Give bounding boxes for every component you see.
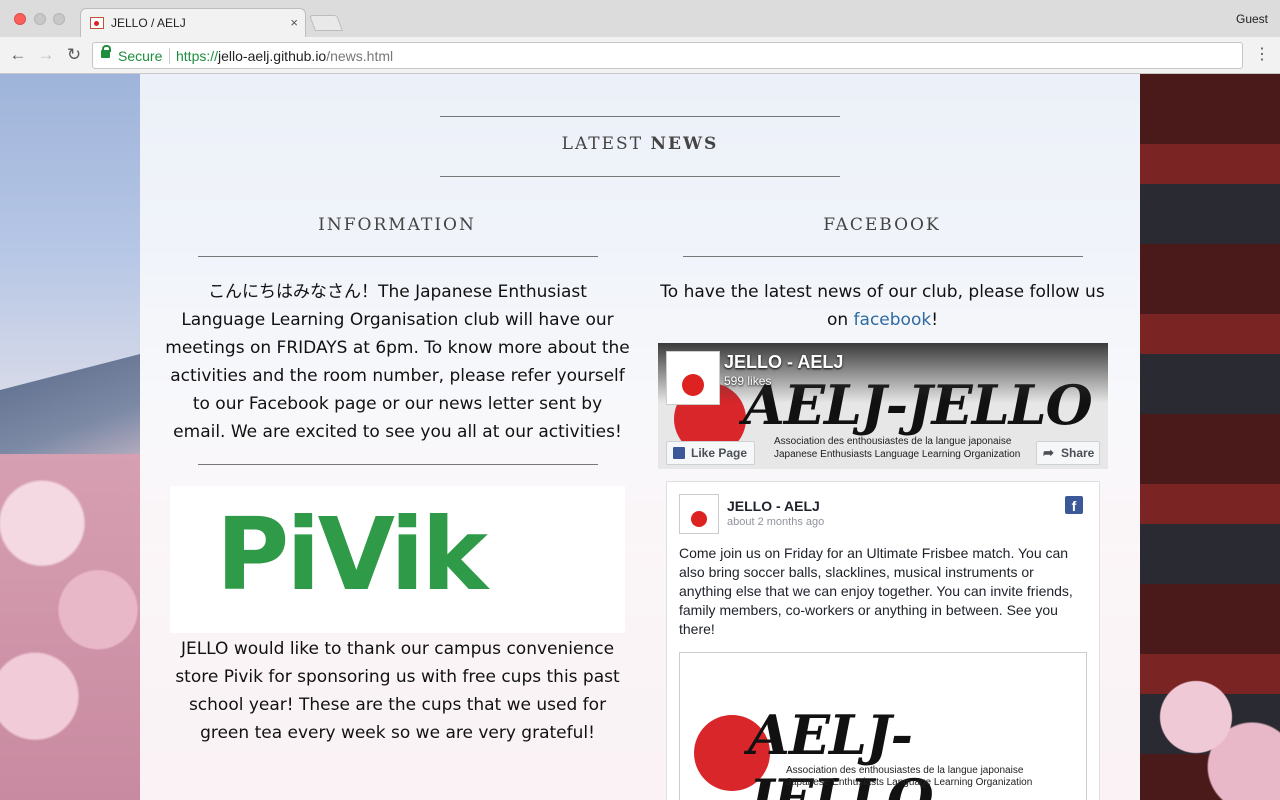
facebook-page-name[interactable]: JELLO - AELJ (724, 352, 843, 373)
divider (440, 116, 840, 117)
cover-subtitle-fr: Association des enthousiastes de la lang… (774, 436, 1012, 447)
facebook-logo-icon[interactable]: f (1065, 496, 1083, 514)
facebook-intro-end: ! (931, 310, 939, 330)
page-avatar[interactable] (666, 351, 720, 405)
share-label: Share (1061, 446, 1095, 460)
browser-titlebar: JELLO / AELJ × Guest (0, 0, 1280, 37)
lock-icon (101, 45, 111, 58)
secure-label: Secure (118, 48, 163, 64)
web-page: LATEST NEWS INFORMATION こんにちはみなさん！The Ja… (0, 74, 1280, 800)
background-blossoms-right (1140, 634, 1280, 800)
forward-icon[interactable]: → (36, 45, 56, 65)
share-icon: ➦ (1043, 445, 1054, 460)
favicon-icon (90, 17, 104, 29)
address-bar[interactable]: Secure https://jello-aelj.github.io/news… (92, 42, 1243, 69)
page-title-latest: LATEST (561, 134, 644, 154)
url-scheme: https:// (176, 48, 219, 64)
new-tab-button[interactable] (309, 15, 343, 31)
divider (198, 464, 598, 465)
pivik-logo-text: PiVik (216, 496, 488, 613)
pivik-logo: PiVik (170, 486, 625, 633)
back-icon[interactable]: ← (8, 45, 28, 65)
facebook-cover-photo[interactable]: AELJ-JELLO Association des enthousiastes… (658, 343, 1108, 469)
divider (440, 176, 840, 177)
like-page-button[interactable]: Like Page (666, 441, 755, 465)
post-avatar[interactable] (679, 494, 719, 534)
background-blossoms-left (0, 454, 140, 800)
url-text[interactable]: https://jello-aelj.github.io/news.html (176, 48, 393, 64)
thanks-text: JELLO would like to thank our campus con… (175, 639, 620, 743)
post-image-subtitle-fr: Association des enthousiastes de la lang… (786, 765, 1024, 776)
minimize-window-button[interactable] (34, 13, 46, 25)
page-title-news: NEWS (650, 134, 719, 154)
facebook-icon (673, 447, 685, 459)
divider (198, 256, 598, 257)
post-text: Come join us on Friday for an Ultimate F… (679, 545, 1073, 637)
page-title: LATEST NEWS (440, 134, 840, 154)
browser-tab[interactable]: JELLO / AELJ × (80, 8, 306, 37)
post-author[interactable]: JELLO - AELJ (727, 498, 820, 514)
tab-title: JELLO / AELJ (111, 16, 186, 30)
maximize-window-button[interactable] (53, 13, 65, 25)
content-panel: LATEST NEWS INFORMATION こんにちはみなさん！The Ja… (140, 74, 1140, 800)
close-window-button[interactable] (14, 13, 26, 25)
omnibox-separator (169, 48, 170, 64)
facebook-link[interactable]: facebook (854, 310, 932, 330)
divider (683, 256, 1083, 257)
facebook-likes-count: 599 likes (724, 374, 772, 388)
post-image[interactable]: AELJ-JELLO Association des enthousiastes… (679, 652, 1087, 800)
share-button[interactable]: ➦ Share (1036, 441, 1100, 465)
url-host: jello-aelj.github.io (218, 48, 327, 64)
reload-icon[interactable]: ↻ (64, 45, 84, 65)
post-timestamp[interactable]: about 2 months ago (727, 516, 824, 528)
profile-label[interactable]: Guest (1236, 12, 1268, 26)
post-image-subtitle-en: Japanese Enthusiasts Language Learning O… (786, 777, 1033, 788)
information-text: こんにちはみなさん！The Japanese Enthusiast Langua… (165, 282, 630, 442)
facebook-page-widget: AELJ-JELLO Association des enthousiastes… (658, 343, 1108, 800)
cover-subtitle-en: Japanese Enthusiasts Language Learning O… (774, 449, 1021, 460)
browser-toolbar: ← → ↻ Secure https://jello-aelj.github.i… (0, 37, 1280, 74)
like-page-label: Like Page (691, 446, 748, 460)
facebook-heading: FACEBOOK (823, 215, 941, 235)
information-heading: INFORMATION (318, 215, 476, 235)
tab-close-icon[interactable]: × (290, 15, 298, 30)
url-path: /news.html (326, 48, 394, 64)
facebook-intro: To have the latest news of our club, ple… (650, 278, 1115, 334)
menu-icon[interactable]: ⋮ (1254, 46, 1270, 64)
facebook-post: JELLO - AELJ about 2 months ago f Come j… (666, 481, 1100, 800)
